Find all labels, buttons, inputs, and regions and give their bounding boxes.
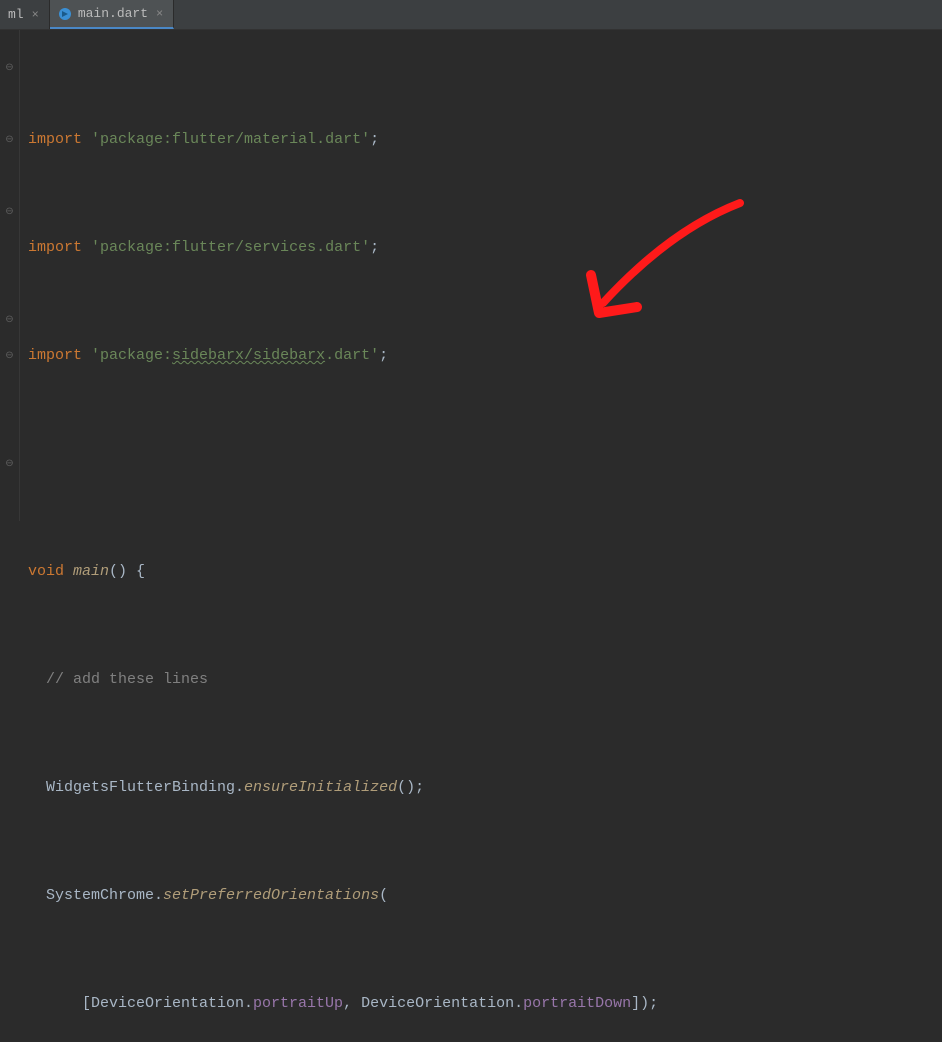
code-line: SystemChrome.setPreferredOrientations(	[28, 878, 942, 914]
code-line: import 'package:flutter/material.dart';	[28, 122, 942, 158]
fold-mark[interactable]: ⊖	[0, 302, 19, 338]
fold-mark[interactable]: ⊖	[0, 194, 19, 230]
code-line: void main() {	[28, 554, 942, 590]
close-icon[interactable]: ×	[154, 7, 165, 21]
code-line: WidgetsFlutterBinding.ensureInitialized(…	[28, 770, 942, 806]
tab-label: main.dart	[78, 6, 148, 21]
code-line: import 'package:flutter/services.dart';	[28, 230, 942, 266]
fold-mark[interactable]: ⊖	[0, 50, 19, 86]
tab-main-dart[interactable]: main.dart ×	[50, 0, 174, 29]
dart-file-icon	[58, 7, 72, 21]
close-icon[interactable]: ×	[30, 8, 41, 22]
editor: ⊖ ⊖ ⊖ ⊖ ⊖ ⊖ import 'package:flutter/mate…	[0, 30, 942, 521]
code-area[interactable]: import 'package:flutter/material.dart'; …	[20, 30, 942, 521]
tab-label: ml	[8, 7, 24, 22]
fold-mark[interactable]: ⊖	[0, 338, 19, 374]
gutter: ⊖ ⊖ ⊖ ⊖ ⊖ ⊖	[0, 30, 20, 521]
fold-mark	[0, 86, 19, 122]
tab-bar: ml × main.dart ×	[0, 0, 942, 30]
fold-mark[interactable]: ⊖	[0, 122, 19, 158]
code-line: [DeviceOrientation.portraitUp, DeviceOri…	[28, 986, 942, 1022]
code-line: // add these lines	[28, 662, 942, 698]
tab-ml[interactable]: ml ×	[0, 0, 50, 29]
fold-mark[interactable]: ⊖	[0, 446, 19, 482]
code-line: import 'package:sidebarx/sidebarx.dart';	[28, 338, 942, 374]
code-line	[28, 446, 942, 482]
